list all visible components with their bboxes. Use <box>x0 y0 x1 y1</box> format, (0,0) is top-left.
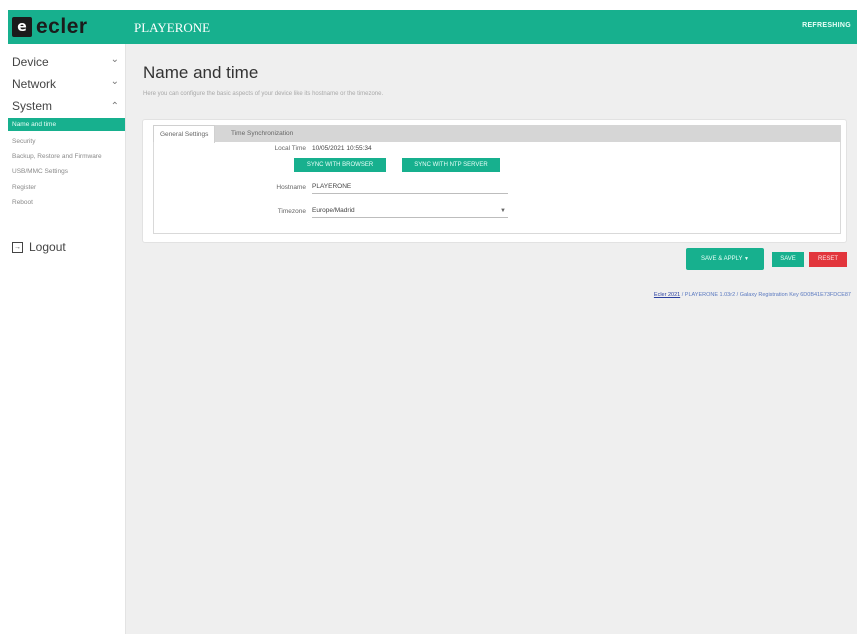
timezone-value: Europe/Madrid <box>312 207 355 214</box>
sidebar-item-label: Register <box>12 184 37 191</box>
sidebar-item-label: Backup, Restore and Firmware <box>12 153 102 160</box>
footer-link[interactable]: Ecler 2021 <box>654 292 680 298</box>
sidebar-item-label: USB/MMC Settings <box>12 168 68 175</box>
sidebar-item-register[interactable]: Register <box>8 181 125 194</box>
sidebar-item-label: Security <box>12 138 36 145</box>
refresh-status[interactable]: REFRESHING <box>802 22 851 29</box>
caret-down-icon: ▼ <box>744 256 749 262</box>
logo-text: ecler <box>36 15 88 38</box>
tab-panel-general: Local Time 10/05/2021 10:55:34 SYNC WITH… <box>153 142 841 234</box>
timezone-label: Timezone <box>277 208 306 215</box>
reset-button[interactable]: RESET <box>809 252 847 267</box>
logout-label: Logout <box>29 240 66 254</box>
hostname-input[interactable]: PLAYERONE <box>312 181 508 194</box>
sidebar-item-network[interactable]: Network ⌄ <box>8 74 125 94</box>
app-title: PLAYERONE <box>134 20 211 35</box>
sidebar-item-reboot[interactable]: Reboot <box>8 196 125 209</box>
footer-text: / PLAYERONE 1.03r2 / Galaxy Registration… <box>681 292 851 298</box>
sidebar-item-device[interactable]: Device ⌄ <box>8 52 125 72</box>
tab-bar: General Settings Time Synchronization <box>153 125 841 143</box>
hostname-value: PLAYERONE <box>312 183 352 190</box>
sidebar-item-name-and-time[interactable]: Name and time <box>8 118 125 131</box>
settings-card: General Settings Time Synchronization Lo… <box>142 119 847 243</box>
logout-button[interactable]: → Logout <box>12 240 66 254</box>
timezone-select[interactable]: Europe/Madrid ▼ <box>312 205 508 218</box>
tab-general-settings[interactable]: General Settings <box>153 125 216 143</box>
footer-info: Ecler 2021 / PLAYERONE 1.03r2 / Galaxy R… <box>654 292 851 298</box>
sync-with-ntp-button[interactable]: SYNC WITH NTP SERVER <box>402 158 500 172</box>
page-subtitle: Here you can configure the basic aspects… <box>143 91 384 97</box>
sidebar-item-usb-mmc[interactable]: USB/MMC Settings <box>8 165 125 178</box>
local-time-value: 10/05/2021 10:55:34 <box>312 145 372 152</box>
chevron-down-icon: ⌄ <box>110 76 119 87</box>
sidebar: Device ⌄ Network ⌄ System ⌃ Name and tim… <box>8 44 126 634</box>
save-and-apply-button[interactable]: SAVE & APPLY ▼ <box>686 248 764 270</box>
sidebar-item-system[interactable]: System ⌃ <box>8 96 125 116</box>
chevron-down-icon: ⌄ <box>110 54 119 65</box>
sidebar-item-label: System <box>12 99 53 113</box>
app-frame: e ecler PLAYERONE REFRESHING Device ⌄ Ne… <box>8 10 857 634</box>
sidebar-item-label: Name and time <box>12 121 57 128</box>
page-title: Name and time <box>143 63 259 82</box>
local-time-label: Local Time <box>274 145 306 152</box>
logo-mark-icon: e <box>12 17 32 37</box>
ecler-logo[interactable]: e ecler <box>12 15 88 38</box>
sidebar-item-backup[interactable]: Backup, Restore and Firmware <box>8 150 125 163</box>
top-bar: e ecler PLAYERONE REFRESHING <box>8 10 857 44</box>
tab-time-synchronization[interactable]: Time Synchronization <box>225 125 299 142</box>
chevron-down-icon: ▼ <box>500 208 506 214</box>
save-button[interactable]: SAVE <box>772 252 804 267</box>
sync-with-browser-button[interactable]: SYNC WITH BROWSER <box>294 158 386 172</box>
chevron-up-icon: ⌃ <box>110 101 119 112</box>
sidebar-item-security[interactable]: Security <box>8 135 125 148</box>
hostname-label: Hostname <box>276 184 306 191</box>
save-and-apply-label: SAVE & APPLY <box>701 256 743 262</box>
sidebar-item-label: Reboot <box>12 199 33 206</box>
logout-icon: → <box>12 241 23 253</box>
sidebar-item-label: Device <box>12 55 49 69</box>
sidebar-item-label: Network <box>12 77 57 91</box>
